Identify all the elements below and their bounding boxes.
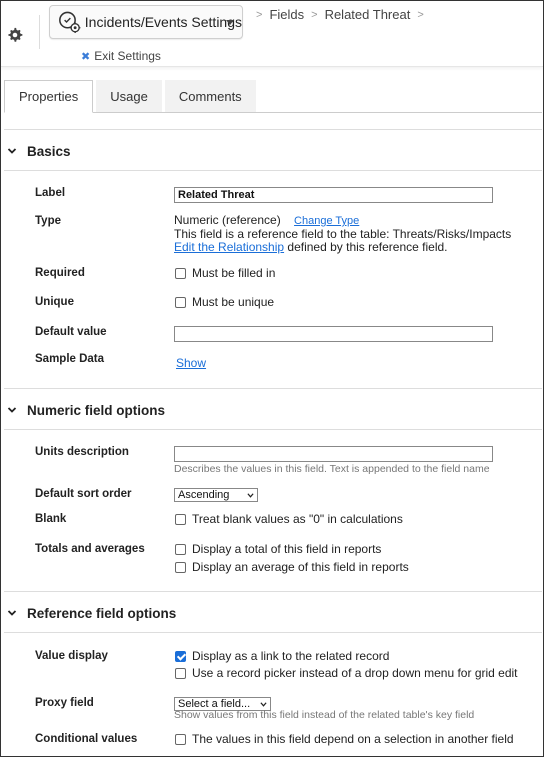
section-title-reference: Reference field options [27, 605, 177, 621]
breadcrumb: > Fields > Related Threat > [249, 7, 431, 22]
breadcrumb-separator-icon: > [256, 8, 263, 21]
required-option: Must be filled in [192, 266, 276, 280]
default-value-label: Default value [35, 326, 107, 338]
type-label: Type [35, 215, 61, 227]
display-link-checkbox[interactable] [175, 650, 186, 662]
blank-checkbox[interactable] [175, 513, 186, 525]
chevron-down-icon [7, 407, 17, 413]
chevron-down-icon [7, 148, 17, 154]
units-description-label: Units description [35, 446, 129, 458]
unique-label: Unique [35, 296, 74, 308]
record-picker-checkbox[interactable] [175, 667, 186, 679]
section-divider [4, 591, 542, 592]
breadcrumb-item-fields[interactable]: Fields [269, 7, 304, 22]
default-sort-label: Default sort order [35, 488, 132, 500]
unique-option: Must be unique [192, 295, 275, 309]
section-title-basics: Basics [27, 143, 71, 159]
tab-properties[interactable]: Properties [4, 80, 94, 113]
units-description-hint: Describes the values in this field. Text… [174, 463, 490, 475]
blank-checkbox-row[interactable]: Treat blank values as "0" in calculation… [175, 512, 403, 526]
average-option: Display an average of this field in repo… [192, 560, 409, 574]
proxy-field-hint: Show values from this field instead of t… [174, 709, 475, 721]
exit-settings-label: Exit Settings [94, 49, 161, 63]
default-sort-select[interactable]: Ascending [174, 488, 258, 502]
label-field-label: Label [35, 187, 66, 199]
label-input[interactable]: Related Threat [174, 187, 493, 203]
units-description-input[interactable] [174, 446, 493, 462]
total-checkbox-row[interactable]: Display a total of this field in reports [175, 542, 381, 556]
chevron-down-icon [226, 20, 234, 25]
unique-checkbox-row[interactable]: Must be unique [175, 295, 274, 309]
section-divider [4, 388, 542, 389]
default-value-input[interactable] [174, 326, 493, 342]
record-picker-option: Use a record picker instead of a drop do… [192, 666, 518, 680]
breadcrumb-separator-icon: > [311, 8, 318, 21]
required-label: Required [35, 267, 85, 279]
blank-option: Treat blank values as "0" in calculation… [192, 512, 403, 526]
app-settings-button[interactable]: Incidents/Events Settings [49, 5, 243, 39]
value-display-label: Value display [35, 650, 108, 662]
conditional-checkbox-row[interactable]: The values in this field depend on a sel… [175, 732, 514, 746]
close-icon: ✖ [81, 50, 91, 63]
settings-window: Incidents/Events Settings > Fields > Rel… [0, 0, 544, 757]
chevron-down-icon [260, 702, 267, 707]
total-checkbox[interactable] [175, 543, 186, 555]
average-checkbox[interactable] [175, 561, 186, 573]
unique-checkbox[interactable] [175, 296, 186, 308]
breadcrumb-separator-icon: > [417, 8, 424, 21]
section-divider [4, 429, 542, 430]
totals-averages-label: Totals and averages [35, 543, 145, 555]
tab-comments[interactable]: Comments [164, 80, 256, 113]
tab-usage[interactable]: Usage [96, 80, 162, 113]
type-note: This field is a reference field to the t… [174, 227, 512, 241]
app-settings-icon [59, 11, 81, 34]
app-settings-label: Incidents/Events Settings [84, 14, 242, 30]
average-checkbox-row[interactable]: Display an average of this field in repo… [175, 560, 409, 574]
exit-settings-link[interactable]: ✖ Exit Settings [81, 49, 161, 63]
edit-relationship-link[interactable]: Edit the Relationship [174, 240, 284, 254]
section-header-reference[interactable]: Reference field options [7, 602, 176, 624]
required-checkbox[interactable] [175, 267, 186, 279]
type-value-row: Numeric (reference) Change Type [174, 213, 359, 227]
sample-data-label: Sample Data [35, 353, 105, 365]
default-sort-value: Ascending [178, 489, 230, 501]
chevron-down-icon [7, 610, 17, 616]
breadcrumb-item-current: Related Threat [324, 7, 411, 22]
conditional-option: The values in this field depend on a sel… [192, 732, 514, 746]
blank-label: Blank [35, 513, 67, 525]
section-header-basics[interactable]: Basics [7, 140, 71, 162]
chevron-down-icon [247, 493, 254, 498]
tab-bar: Properties Usage Comments [4, 80, 259, 113]
section-title-numeric: Numeric field options [27, 402, 166, 418]
sample-data-show-link[interactable]: Show [176, 356, 206, 370]
conditional-checkbox[interactable] [175, 733, 186, 745]
relationship-note: defined by this reference field. [284, 240, 448, 254]
required-checkbox-row[interactable]: Must be filled in [175, 266, 275, 280]
proxy-field-label: Proxy field [35, 697, 94, 709]
divider [39, 15, 40, 49]
section-divider [4, 129, 542, 130]
change-type-link[interactable]: Change Type [294, 215, 359, 227]
total-option: Display a total of this field in reports [192, 542, 382, 556]
conditional-values-label: Conditional values [35, 733, 138, 745]
gear-icon[interactable] [7, 27, 23, 43]
relationship-row: Edit the Relationship defined by this re… [174, 240, 448, 254]
record-picker-checkbox-row[interactable]: Use a record picker instead of a drop do… [175, 666, 518, 680]
section-divider [4, 170, 542, 171]
display-link-checkbox-row[interactable]: Display as a link to the related record [175, 649, 389, 663]
type-value: Numeric (reference) [174, 213, 281, 227]
section-header-numeric[interactable]: Numeric field options [7, 399, 165, 421]
display-link-option: Display as a link to the related record [192, 649, 390, 663]
top-bar: Incidents/Events Settings > Fields > Rel… [1, 1, 543, 67]
section-divider [4, 632, 542, 633]
